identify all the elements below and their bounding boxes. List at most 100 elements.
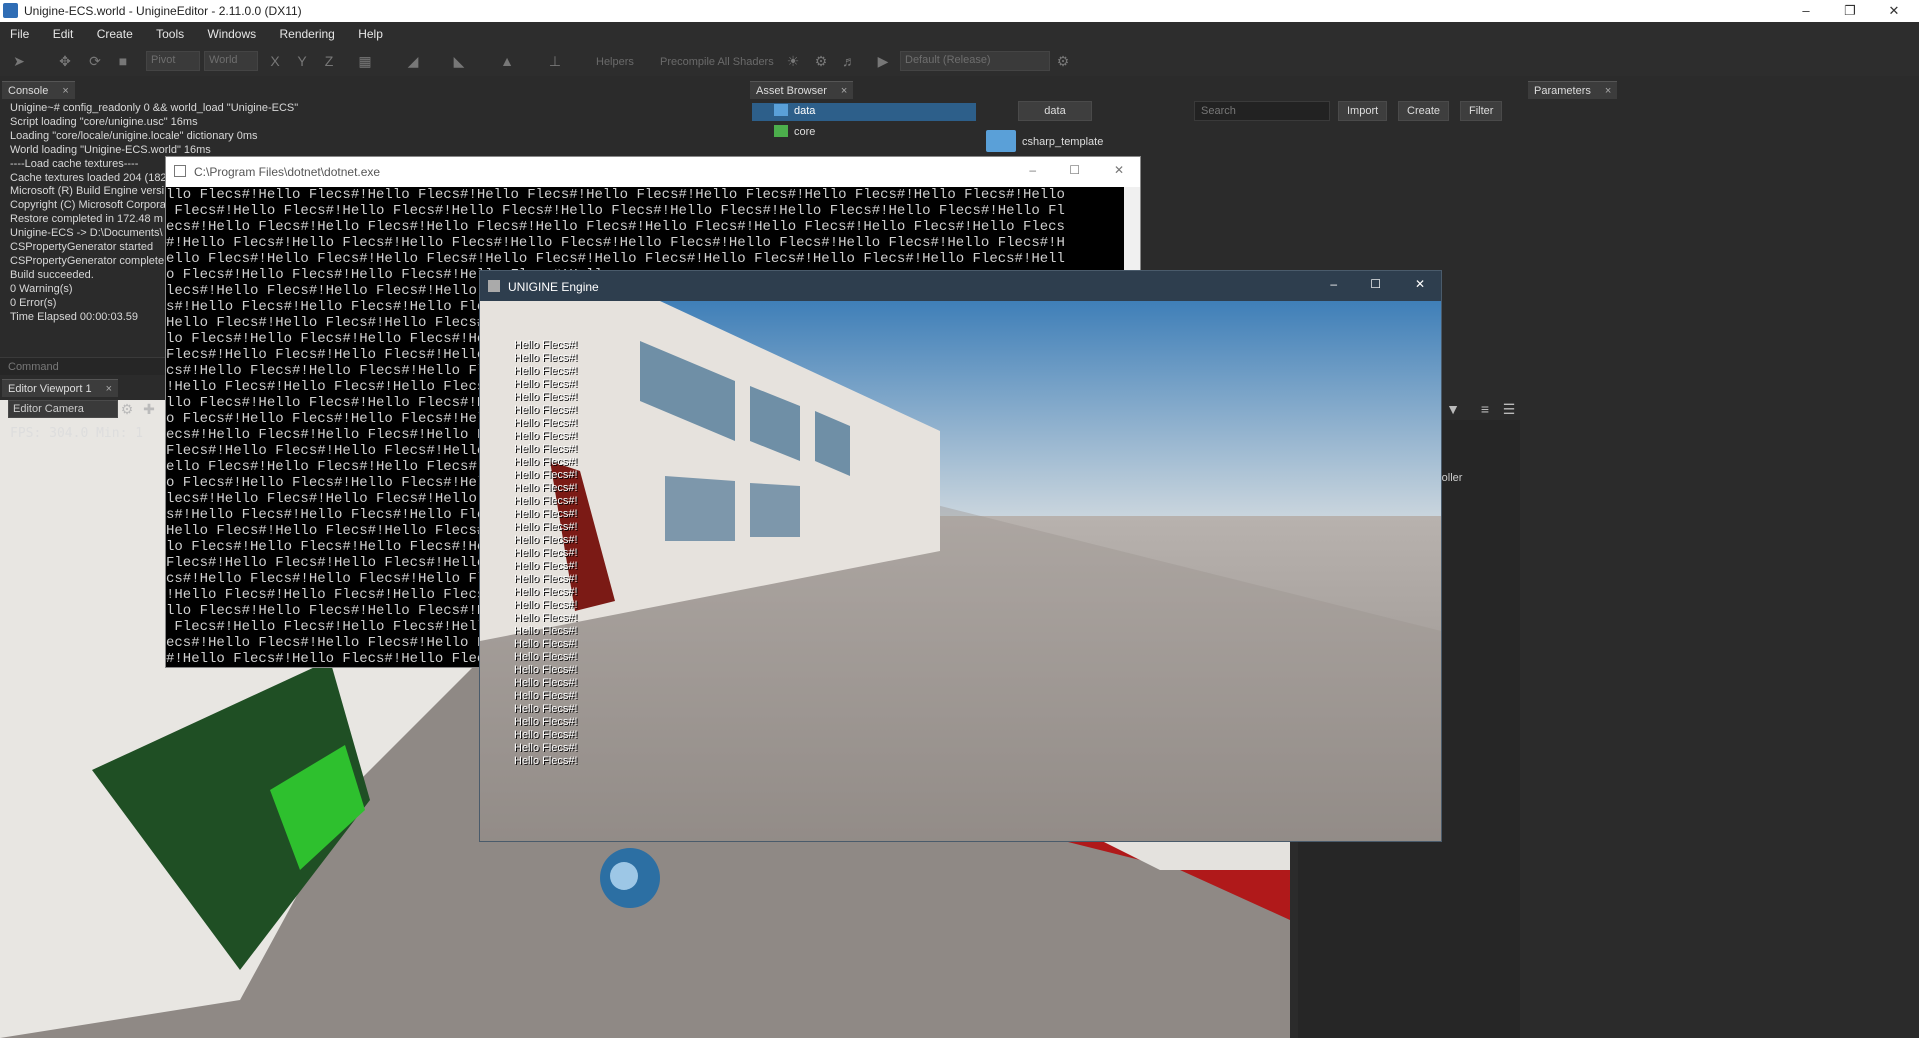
build-config-select[interactable]: Default (Release) xyxy=(900,51,1050,71)
overlay-line: Hello Flecs#! xyxy=(514,729,578,741)
terminal-line: ello Flecs#!Hello Flecs#!Hello Flecs#!He… xyxy=(166,251,1065,267)
overlay-line: Hello Flecs#! xyxy=(514,404,578,416)
overlay-line: Hello Flecs#! xyxy=(514,677,578,689)
menu-windows[interactable]: Windows xyxy=(197,22,266,41)
engine-title: UNIGINE Engine xyxy=(508,280,599,294)
minimize-icon[interactable]: – xyxy=(1783,0,1829,22)
axis-z-icon[interactable]: Z xyxy=(320,52,338,70)
precompile-button[interactable]: Precompile All Shaders xyxy=(660,56,774,68)
snap-surface-icon[interactable]: ⊥ xyxy=(546,52,564,70)
close-icon[interactable]: × xyxy=(62,85,68,97)
filter-button[interactable]: Filter xyxy=(1460,101,1503,121)
overlay-line: Hello Flecs#! xyxy=(514,456,578,468)
tab-asset-browser[interactable]: Asset Browser × xyxy=(750,81,854,99)
menu-rendering[interactable]: Rendering xyxy=(269,22,344,41)
overlay-line: Hello Flecs#! xyxy=(514,469,578,481)
select-icon[interactable]: ➤ xyxy=(10,52,28,70)
dotnet-titlebar: C:\Program Files\dotnet\dotnet.exe – ☐ ✕ xyxy=(166,157,1140,187)
engine-window[interactable]: UNIGINE Engine – ☐ ✕ Hello Flecs#! Hello… xyxy=(479,270,1442,842)
menu-create[interactable]: Create xyxy=(87,22,143,41)
minimize-icon[interactable]: – xyxy=(1330,277,1337,291)
sound-icon[interactable]: ♬ xyxy=(840,52,858,70)
overlay-line: Hello Flecs#! xyxy=(514,638,578,650)
close-icon[interactable]: × xyxy=(106,383,112,395)
overlay-line: Hello Flecs#! xyxy=(514,391,578,403)
rotate-icon[interactable]: ⟳ xyxy=(86,52,104,70)
axis-y-icon[interactable]: Y xyxy=(293,52,311,70)
settings-gear-icon[interactable]: ⚙ xyxy=(812,52,830,70)
close-icon[interactable]: × xyxy=(841,85,847,97)
create-button[interactable]: Create xyxy=(1398,101,1450,121)
folder-csharp-template[interactable]: csharp_template xyxy=(1022,136,1103,148)
helpers-menu[interactable]: Helpers xyxy=(596,56,634,68)
menu-file[interactable]: File xyxy=(0,22,39,41)
close-icon[interactable]: ✕ xyxy=(1871,0,1917,22)
folder-icon xyxy=(774,125,788,137)
viewport-move-icon[interactable]: ✚ xyxy=(140,400,158,418)
snap-vertex-icon[interactable]: ▲ xyxy=(498,52,516,70)
engine-scene[interactable]: Hello Flecs#! Hello Flecs#! Hello Flecs#! H… xyxy=(480,301,1441,841)
close-icon[interactable]: ✕ xyxy=(1415,277,1425,291)
command-input[interactable]: Command xyxy=(0,357,170,375)
toolbar: ➤ ✥ ⟳ ■ Pivot World X Y Z ▦ ◢ ◣ ▲ ⊥ Help… xyxy=(0,46,1919,76)
minimize-icon[interactable]: – xyxy=(1029,163,1036,177)
list-icon[interactable]: ☰ xyxy=(1500,400,1518,418)
overlay-line: Hello Flecs#! xyxy=(514,625,578,637)
snap-scale-icon[interactable]: ◣ xyxy=(450,52,468,70)
camera-select[interactable]: Editor Camera xyxy=(8,400,118,418)
overlay-line: Hello Flecs#! xyxy=(514,482,578,494)
maximize-icon[interactable]: ☐ xyxy=(1069,163,1080,177)
tab-parameters[interactable]: Parameters × xyxy=(1528,81,1618,99)
overlay-line: Hello Flecs#! xyxy=(514,430,578,442)
overlay-line: Hello Flecs#! xyxy=(514,521,578,533)
overlay-line: Hello Flecs#! xyxy=(514,599,578,611)
maximize-icon[interactable]: ☐ xyxy=(1370,277,1381,291)
asset-search-input[interactable]: Search xyxy=(1194,101,1330,121)
world-select[interactable]: World xyxy=(204,51,258,71)
viewport-gear-icon[interactable]: ⚙ xyxy=(118,400,136,418)
pivot-select[interactable]: Pivot xyxy=(146,51,200,71)
play-icon[interactable]: ▶ xyxy=(874,52,892,70)
move-icon[interactable]: ✥ xyxy=(56,52,74,70)
overlay-line: Hello Flecs#! xyxy=(514,586,578,598)
axis-x-icon[interactable]: X xyxy=(266,52,284,70)
overlay-line: Hello Flecs#! xyxy=(514,365,578,377)
overlay-line: Hello Flecs#! xyxy=(514,339,578,351)
overlay-line: Hello Flecs#! xyxy=(514,443,578,455)
overlay-line: Hello Flecs#! xyxy=(514,508,578,520)
snap-grid-icon[interactable]: ▦ xyxy=(356,52,374,70)
restore-icon[interactable]: ❐ xyxy=(1827,0,1873,22)
flecs-overlay-text: Hello Flecs#! Hello Flecs#! Hello Flecs#! H… xyxy=(514,339,578,768)
fps-readout: FPS: 304.0 Min: 1 xyxy=(10,426,144,441)
parameters-panel xyxy=(1528,100,1919,1038)
overlay-line: Hello Flecs#! xyxy=(514,612,578,624)
engine-titlebar: UNIGINE Engine – ☐ ✕ xyxy=(480,271,1441,301)
path-breadcrumb[interactable]: data xyxy=(1018,101,1092,121)
scale-icon[interactable]: ■ xyxy=(114,52,132,70)
folder-icon[interactable] xyxy=(986,130,1016,152)
overlay-line: Hello Flecs#! xyxy=(514,560,578,572)
menu-tools[interactable]: Tools xyxy=(146,22,194,41)
menu-edit[interactable]: Edit xyxy=(43,22,84,41)
brightness-icon[interactable]: ☀ xyxy=(784,52,802,70)
tab-editor-viewport[interactable]: Editor Viewport 1 × xyxy=(2,379,119,397)
folder-icon xyxy=(774,104,788,116)
terminal-line: ecs#!Hello Flecs#!Hello Flecs#!Hello Fle… xyxy=(166,219,1065,235)
asset-browser: data core data Search Import Create Filt… xyxy=(748,100,1518,152)
snap-angle-icon[interactable]: ◢ xyxy=(404,52,422,70)
console-line: Script loading "core/unigine.usc" 16ms xyxy=(10,115,198,128)
overlay-line: Hello Flecs#! xyxy=(514,547,578,559)
tree-item-core[interactable]: core xyxy=(752,124,976,142)
tab-console[interactable]: Console × xyxy=(2,81,75,99)
close-icon[interactable]: × xyxy=(1605,85,1611,97)
config-gear-icon[interactable]: ⚙ xyxy=(1054,52,1072,70)
collapse-icon[interactable]: ≡ xyxy=(1476,400,1494,418)
filter-icon[interactable]: ▼ xyxy=(1444,400,1462,418)
overlay-line: Hello Flecs#! xyxy=(514,378,578,390)
close-icon[interactable]: ✕ xyxy=(1114,163,1124,177)
tree-item-data[interactable]: data xyxy=(752,103,976,121)
menu-help[interactable]: Help xyxy=(348,22,393,41)
engine-icon xyxy=(488,280,500,292)
overlay-line: Hello Flecs#! xyxy=(514,651,578,663)
import-button[interactable]: Import xyxy=(1338,101,1388,121)
